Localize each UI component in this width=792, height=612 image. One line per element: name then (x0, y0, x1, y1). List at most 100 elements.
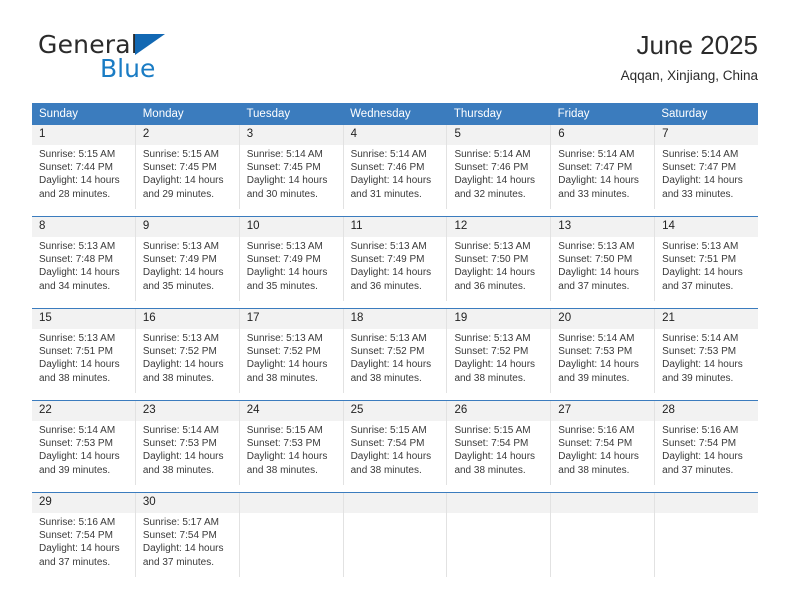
day-cell[interactable]: 19 Sunrise: 5:13 AM Sunset: 7:52 PM Dayl… (447, 309, 552, 393)
daylight-text-line1: Daylight: 14 hours (142, 359, 224, 371)
day-number: 21 (655, 309, 759, 329)
daylight-text-line2: and 35 minutes. (246, 280, 318, 292)
day-number: 12 (447, 217, 551, 237)
day-number: 14 (655, 217, 759, 237)
sunset-text: Sunset: 7:54 PM (454, 438, 529, 450)
day-cell[interactable]: 3 Sunrise: 5:14 AM Sunset: 7:45 PM Dayli… (239, 125, 344, 209)
day-cell[interactable]: 29 Sunrise: 5:16 AM Sunset: 7:54 PM Dayl… (32, 493, 136, 577)
sunset-text: Sunset: 7:46 PM (454, 162, 529, 174)
day-number: 26 (447, 401, 551, 421)
daylight-text-line1: Daylight: 14 hours (454, 175, 536, 187)
daylight-text-line1: Daylight: 14 hours (142, 543, 224, 555)
week-row: 22 Sunrise: 5:14 AM Sunset: 7:53 PM Dayl… (32, 400, 759, 485)
day-cell[interactable]: 16 Sunrise: 5:13 AM Sunset: 7:52 PM Dayl… (135, 309, 240, 393)
day-cell[interactable]: 6 Sunrise: 5:14 AM Sunset: 7:47 PM Dayli… (551, 125, 656, 209)
daylight-text-line2: and 31 minutes. (350, 188, 422, 200)
sunset-text: Sunset: 7:51 PM (662, 254, 737, 266)
sunset-text: Sunset: 7:45 PM (246, 162, 321, 174)
day-cell-empty (655, 493, 759, 577)
day-number: 5 (447, 125, 551, 145)
day-cell[interactable]: 1 Sunrise: 5:15 AM Sunset: 7:44 PM Dayli… (32, 125, 136, 209)
day-cell[interactable]: 5 Sunrise: 5:14 AM Sunset: 7:46 PM Dayli… (447, 125, 552, 209)
month-calendar: Sunday Monday Tuesday Wednesday Thursday… (32, 103, 759, 577)
day-cell[interactable]: 24 Sunrise: 5:15 AM Sunset: 7:53 PM Dayl… (239, 401, 344, 485)
day-details: Sunrise: 5:13 AM Sunset: 7:51 PM Dayligh… (32, 329, 135, 385)
day-cell[interactable]: 17 Sunrise: 5:13 AM Sunset: 7:52 PM Dayl… (239, 309, 344, 393)
sunset-text: Sunset: 7:49 PM (142, 254, 217, 266)
sunset-text: Sunset: 7:53 PM (142, 438, 217, 450)
sunrise-text: Sunrise: 5:14 AM (246, 149, 323, 160)
day-cell[interactable]: 13 Sunrise: 5:13 AM Sunset: 7:50 PM Dayl… (551, 217, 656, 301)
day-cell[interactable]: 14 Sunrise: 5:13 AM Sunset: 7:51 PM Dayl… (655, 217, 759, 301)
daylight-text-line1: Daylight: 14 hours (39, 359, 120, 371)
sunrise-text: Sunrise: 5:15 AM (142, 149, 220, 160)
day-cell[interactable]: 18 Sunrise: 5:13 AM Sunset: 7:52 PM Dayl… (343, 309, 448, 393)
day-cell[interactable]: 9 Sunrise: 5:13 AM Sunset: 7:49 PM Dayli… (135, 217, 240, 301)
general-blue-logo[interactable]: General Blue (38, 30, 218, 86)
day-details: Sunrise: 5:16 AM Sunset: 7:54 PM Dayligh… (32, 513, 135, 569)
day-number: 19 (447, 309, 551, 329)
day-cell[interactable]: 15 Sunrise: 5:13 AM Sunset: 7:51 PM Dayl… (32, 309, 136, 393)
sunset-text: Sunset: 7:50 PM (558, 254, 633, 266)
daylight-text-line2: and 38 minutes. (454, 372, 526, 384)
daylight-text-line1: Daylight: 14 hours (142, 267, 224, 279)
weekday-sunday: Sunday (39, 108, 79, 120)
weekday-wednesday: Wednesday (350, 108, 411, 120)
day-cell[interactable]: 22 Sunrise: 5:14 AM Sunset: 7:53 PM Dayl… (32, 401, 136, 485)
sunrise-text: Sunrise: 5:13 AM (142, 333, 220, 344)
day-cell[interactable]: 28 Sunrise: 5:16 AM Sunset: 7:54 PM Dayl… (655, 401, 759, 485)
sunrise-text: Sunrise: 5:14 AM (662, 333, 739, 344)
daylight-text-line2: and 36 minutes. (454, 280, 526, 292)
daylight-text-line2: and 39 minutes. (39, 464, 111, 476)
day-cell-empty (447, 493, 552, 577)
day-cell[interactable]: 27 Sunrise: 5:16 AM Sunset: 7:54 PM Dayl… (551, 401, 656, 485)
daylight-text-line2: and 34 minutes. (39, 280, 111, 292)
sunrise-text: Sunrise: 5:15 AM (350, 425, 427, 436)
sunset-text: Sunset: 7:49 PM (246, 254, 321, 266)
calendar-page: General Blue June 2025 Aqqan, Xinjiang, … (0, 0, 792, 612)
day-cell[interactable]: 12 Sunrise: 5:13 AM Sunset: 7:50 PM Dayl… (447, 217, 552, 301)
day-cell[interactable]: 4 Sunrise: 5:14 AM Sunset: 7:46 PM Dayli… (343, 125, 448, 209)
daylight-text-line2: and 38 minutes. (350, 372, 422, 384)
daylight-text-line2: and 38 minutes. (454, 464, 526, 476)
day-number: 24 (239, 401, 343, 421)
sunrise-text: Sunrise: 5:14 AM (662, 149, 739, 160)
day-details: Sunrise: 5:13 AM Sunset: 7:52 PM Dayligh… (447, 329, 550, 385)
sunset-text: Sunset: 7:48 PM (39, 254, 113, 266)
daylight-text-line1: Daylight: 14 hours (142, 451, 224, 463)
daylight-text-line2: and 38 minutes. (246, 372, 318, 384)
sunrise-text: Sunrise: 5:13 AM (454, 333, 531, 344)
day-cell[interactable]: 8 Sunrise: 5:13 AM Sunset: 7:48 PM Dayli… (32, 217, 136, 301)
day-details: Sunrise: 5:13 AM Sunset: 7:49 PM Dayligh… (136, 237, 239, 293)
sunset-text: Sunset: 7:54 PM (662, 438, 737, 450)
day-cell[interactable]: 23 Sunrise: 5:14 AM Sunset: 7:53 PM Dayl… (135, 401, 240, 485)
day-cell[interactable]: 26 Sunrise: 5:15 AM Sunset: 7:54 PM Dayl… (447, 401, 552, 485)
sunrise-text: Sunrise: 5:13 AM (142, 241, 220, 252)
day-number: 27 (551, 401, 655, 421)
day-number: 2 (135, 125, 239, 145)
sunset-text: Sunset: 7:46 PM (350, 162, 425, 174)
day-number: 1 (32, 125, 135, 145)
sunset-text: Sunset: 7:52 PM (454, 346, 529, 358)
day-number (551, 493, 655, 513)
day-cell[interactable]: 2 Sunrise: 5:15 AM Sunset: 7:45 PM Dayli… (135, 125, 240, 209)
sunrise-text: Sunrise: 5:15 AM (246, 425, 323, 436)
day-number: 10 (239, 217, 343, 237)
day-cell[interactable]: 25 Sunrise: 5:15 AM Sunset: 7:54 PM Dayl… (343, 401, 448, 485)
day-cell[interactable]: 10 Sunrise: 5:13 AM Sunset: 7:49 PM Dayl… (239, 217, 344, 301)
day-number: 11 (343, 217, 447, 237)
day-number: 4 (343, 125, 447, 145)
day-cell[interactable]: 7 Sunrise: 5:14 AM Sunset: 7:47 PM Dayli… (655, 125, 759, 209)
daylight-text-line2: and 35 minutes. (142, 280, 215, 292)
day-cell[interactable]: 11 Sunrise: 5:13 AM Sunset: 7:49 PM Dayl… (343, 217, 448, 301)
day-number: 16 (135, 309, 239, 329)
day-cell[interactable]: 21 Sunrise: 5:14 AM Sunset: 7:53 PM Dayl… (655, 309, 759, 393)
day-cell[interactable]: 30 Sunrise: 5:17 AM Sunset: 7:54 PM Dayl… (135, 493, 240, 577)
sunset-text: Sunset: 7:49 PM (350, 254, 425, 266)
daylight-text-line2: and 37 minutes. (662, 464, 734, 476)
day-details: Sunrise: 5:14 AM Sunset: 7:53 PM Dayligh… (136, 421, 239, 477)
sunrise-text: Sunrise: 5:13 AM (246, 241, 323, 252)
sunrise-text: Sunrise: 5:14 AM (142, 425, 220, 436)
day-cell[interactable]: 20 Sunrise: 5:14 AM Sunset: 7:53 PM Dayl… (551, 309, 656, 393)
day-cell-empty (551, 493, 656, 577)
